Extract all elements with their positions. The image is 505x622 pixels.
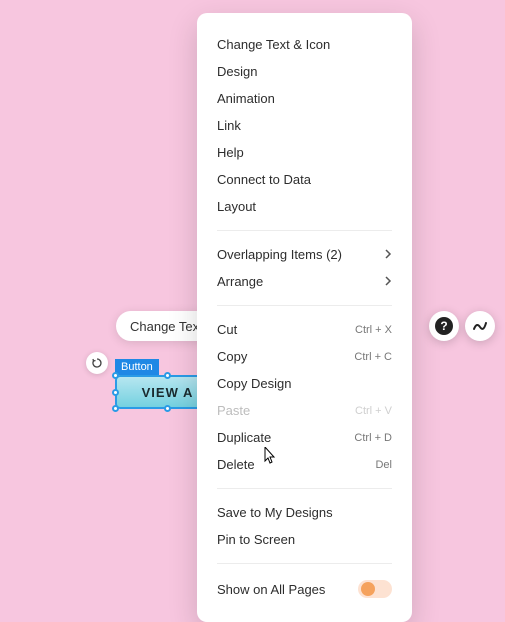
menu-item-label: Design	[217, 64, 257, 79]
help-button[interactable]: ?	[429, 311, 459, 341]
editor-canvas: Change Tex ? Button VIEW A Change Text &…	[0, 0, 505, 606]
resize-handle-mid-left[interactable]	[112, 389, 119, 396]
menu-item-label: Pin to Screen	[217, 532, 295, 547]
menu-item-label: Connect to Data	[217, 172, 311, 187]
chevron-right-icon	[384, 247, 392, 262]
menu-item-label: Overlapping Items (2)	[217, 247, 342, 262]
menu-delete[interactable]: Delete Del	[197, 451, 412, 478]
context-menu: Change Text & Icon Design Animation Link…	[197, 13, 412, 622]
menu-item-label: Paste	[217, 403, 250, 418]
menu-design[interactable]: Design	[197, 58, 412, 85]
menu-arrange[interactable]: Arrange	[197, 268, 412, 295]
pointer-cursor-icon	[261, 447, 279, 469]
menu-pin-to-screen[interactable]: Pin to Screen	[197, 526, 412, 553]
squiggle-icon	[472, 318, 488, 334]
menu-connect-data[interactable]: Connect to Data	[197, 166, 412, 193]
menu-item-label: Layout	[217, 199, 256, 214]
chevron-right-icon	[384, 274, 392, 289]
menu-item-label: Copy Design	[217, 376, 291, 391]
menu-item-label: Delete	[217, 457, 255, 472]
menu-item-label: Cut	[217, 322, 237, 337]
menu-separator	[217, 305, 392, 306]
change-text-button[interactable]: Change Tex	[130, 319, 199, 334]
menu-show-all-pages[interactable]: Show on All Pages	[197, 574, 412, 604]
menu-item-label: Duplicate	[217, 430, 271, 445]
resize-handle-top-mid[interactable]	[164, 372, 171, 379]
menu-item-label: Arrange	[217, 274, 263, 289]
undo-icon	[91, 357, 103, 369]
menu-item-label: Help	[217, 145, 244, 160]
resize-handle-bot-mid[interactable]	[164, 405, 171, 412]
menu-separator	[217, 488, 392, 489]
menu-item-label: Save to My Designs	[217, 505, 333, 520]
menu-item-label: Change Text & Icon	[217, 37, 330, 52]
toggle-knob	[361, 582, 375, 596]
resize-handle-top-left[interactable]	[112, 372, 119, 379]
toggle-switch[interactable]	[358, 580, 392, 598]
menu-copy[interactable]: Copy Ctrl + C	[197, 343, 412, 370]
menu-change-text-icon[interactable]: Change Text & Icon	[197, 31, 412, 58]
menu-item-label: Link	[217, 118, 241, 133]
menu-layout[interactable]: Layout	[197, 193, 412, 220]
menu-animation[interactable]: Animation	[197, 85, 412, 112]
selected-button-text: VIEW A	[142, 385, 194, 400]
menu-separator	[217, 230, 392, 231]
menu-save-my-designs[interactable]: Save to My Designs	[197, 499, 412, 526]
menu-duplicate[interactable]: Duplicate Ctrl + D	[197, 424, 412, 451]
menu-overlapping-items[interactable]: Overlapping Items (2)	[197, 241, 412, 268]
menu-separator	[217, 563, 392, 564]
menu-shortcut: Ctrl + X	[355, 324, 392, 336]
menu-link[interactable]: Link	[197, 112, 412, 139]
menu-shortcut: Del	[375, 459, 392, 471]
menu-shortcut: Ctrl + D	[354, 432, 392, 444]
menu-paste: Paste Ctrl + V	[197, 397, 412, 424]
menu-copy-design[interactable]: Copy Design	[197, 370, 412, 397]
question-icon: ?	[435, 317, 453, 335]
selection-type-label: Button	[115, 359, 159, 375]
menu-item-label: Animation	[217, 91, 275, 106]
menu-shortcut: Ctrl + C	[354, 351, 392, 363]
menu-cut[interactable]: Cut Ctrl + X	[197, 316, 412, 343]
menu-item-label: Copy	[217, 349, 247, 364]
resize-handle-bot-left[interactable]	[112, 405, 119, 412]
menu-help[interactable]: Help	[197, 139, 412, 166]
revert-button[interactable]	[86, 352, 108, 374]
animations-button[interactable]	[465, 311, 495, 341]
menu-shortcut: Ctrl + V	[355, 405, 392, 417]
menu-item-label: Show on All Pages	[217, 582, 325, 597]
